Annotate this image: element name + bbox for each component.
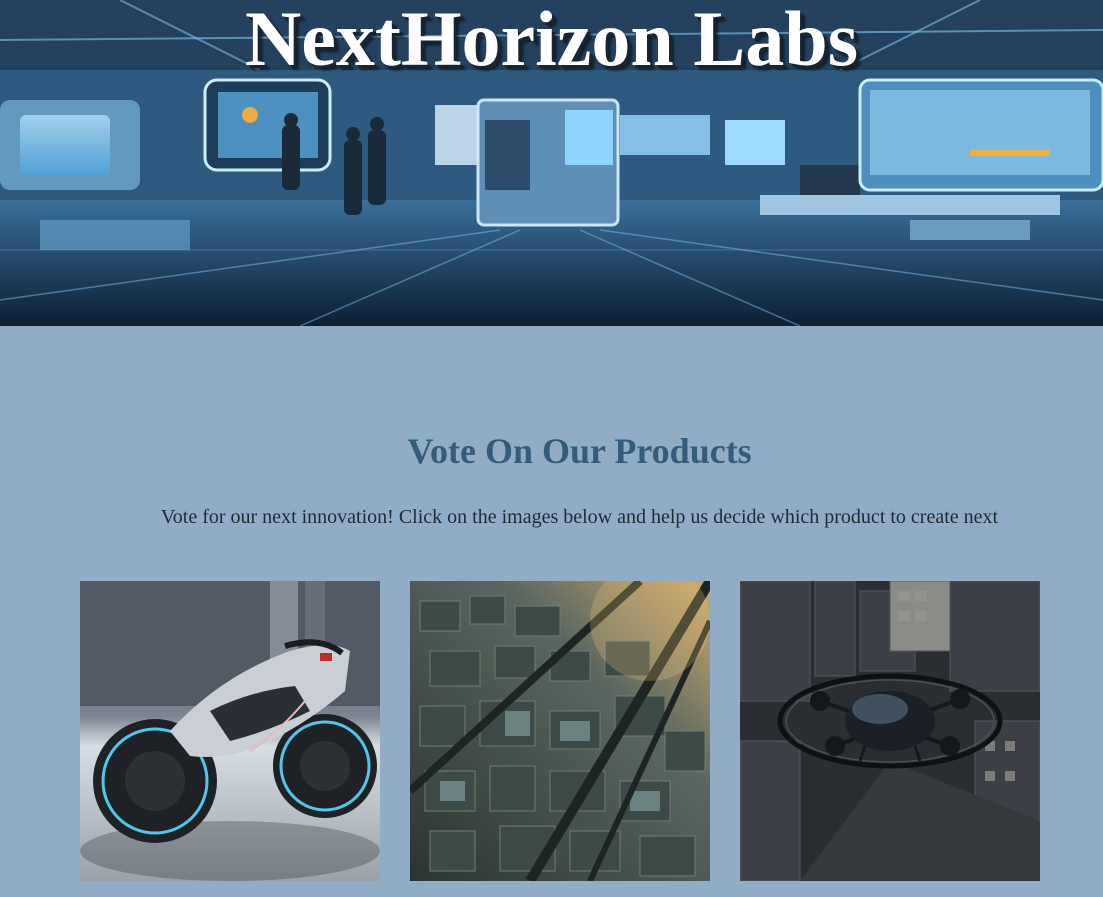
intro-text: Vote for our next innovation! Click on t… <box>160 506 999 528</box>
section-heading: Vote On Our Products <box>407 431 752 471</box>
flying-drone-car-image <box>740 581 1040 881</box>
site-title: NextHorizon Labs <box>244 0 859 82</box>
product-card-drone[interactable] <box>740 581 1040 881</box>
product-card-motorcycle[interactable] <box>80 581 380 881</box>
aerial-smart-city-image <box>410 581 710 881</box>
product-gallery <box>80 581 1040 881</box>
futuristic-motorcycle-image <box>80 581 380 881</box>
hero-banner: NextHorizon Labs <box>0 0 1103 326</box>
product-card-smart-city[interactable] <box>410 581 710 881</box>
